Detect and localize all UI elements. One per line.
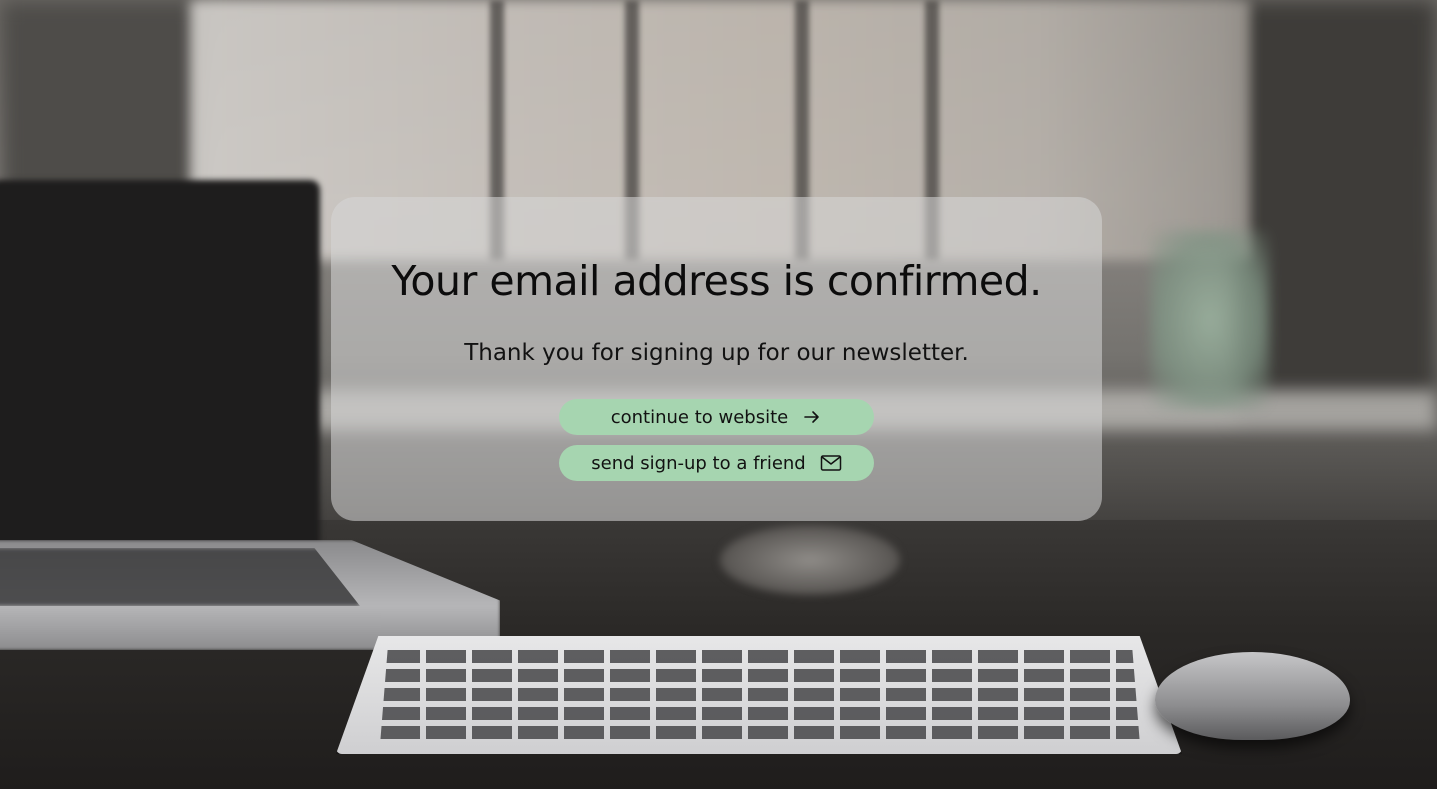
arrow-right-icon [804,411,820,423]
envelope-icon [820,455,841,471]
share-button-label: send sign-up to a friend [591,452,806,474]
background-glass [1150,230,1270,410]
background-cup [720,525,900,595]
mouse [1155,652,1350,740]
keyboard-keys [380,650,1140,745]
send-signup-to-friend-button[interactable]: send sign-up to a friend [559,445,874,481]
background-wall-left [0,0,200,200]
continue-to-website-button[interactable]: continue to website [559,399,874,435]
confirmation-title: Your email address is confirmed. [391,257,1042,305]
continue-button-label: continue to website [610,406,789,428]
laptop-screen [0,180,320,560]
laptop-keyboard [0,548,360,606]
confirmation-subtitle: Thank you for signing up for our newslet… [464,340,969,366]
confirmation-card: Your email address is confirmed. Thank y… [331,197,1102,521]
